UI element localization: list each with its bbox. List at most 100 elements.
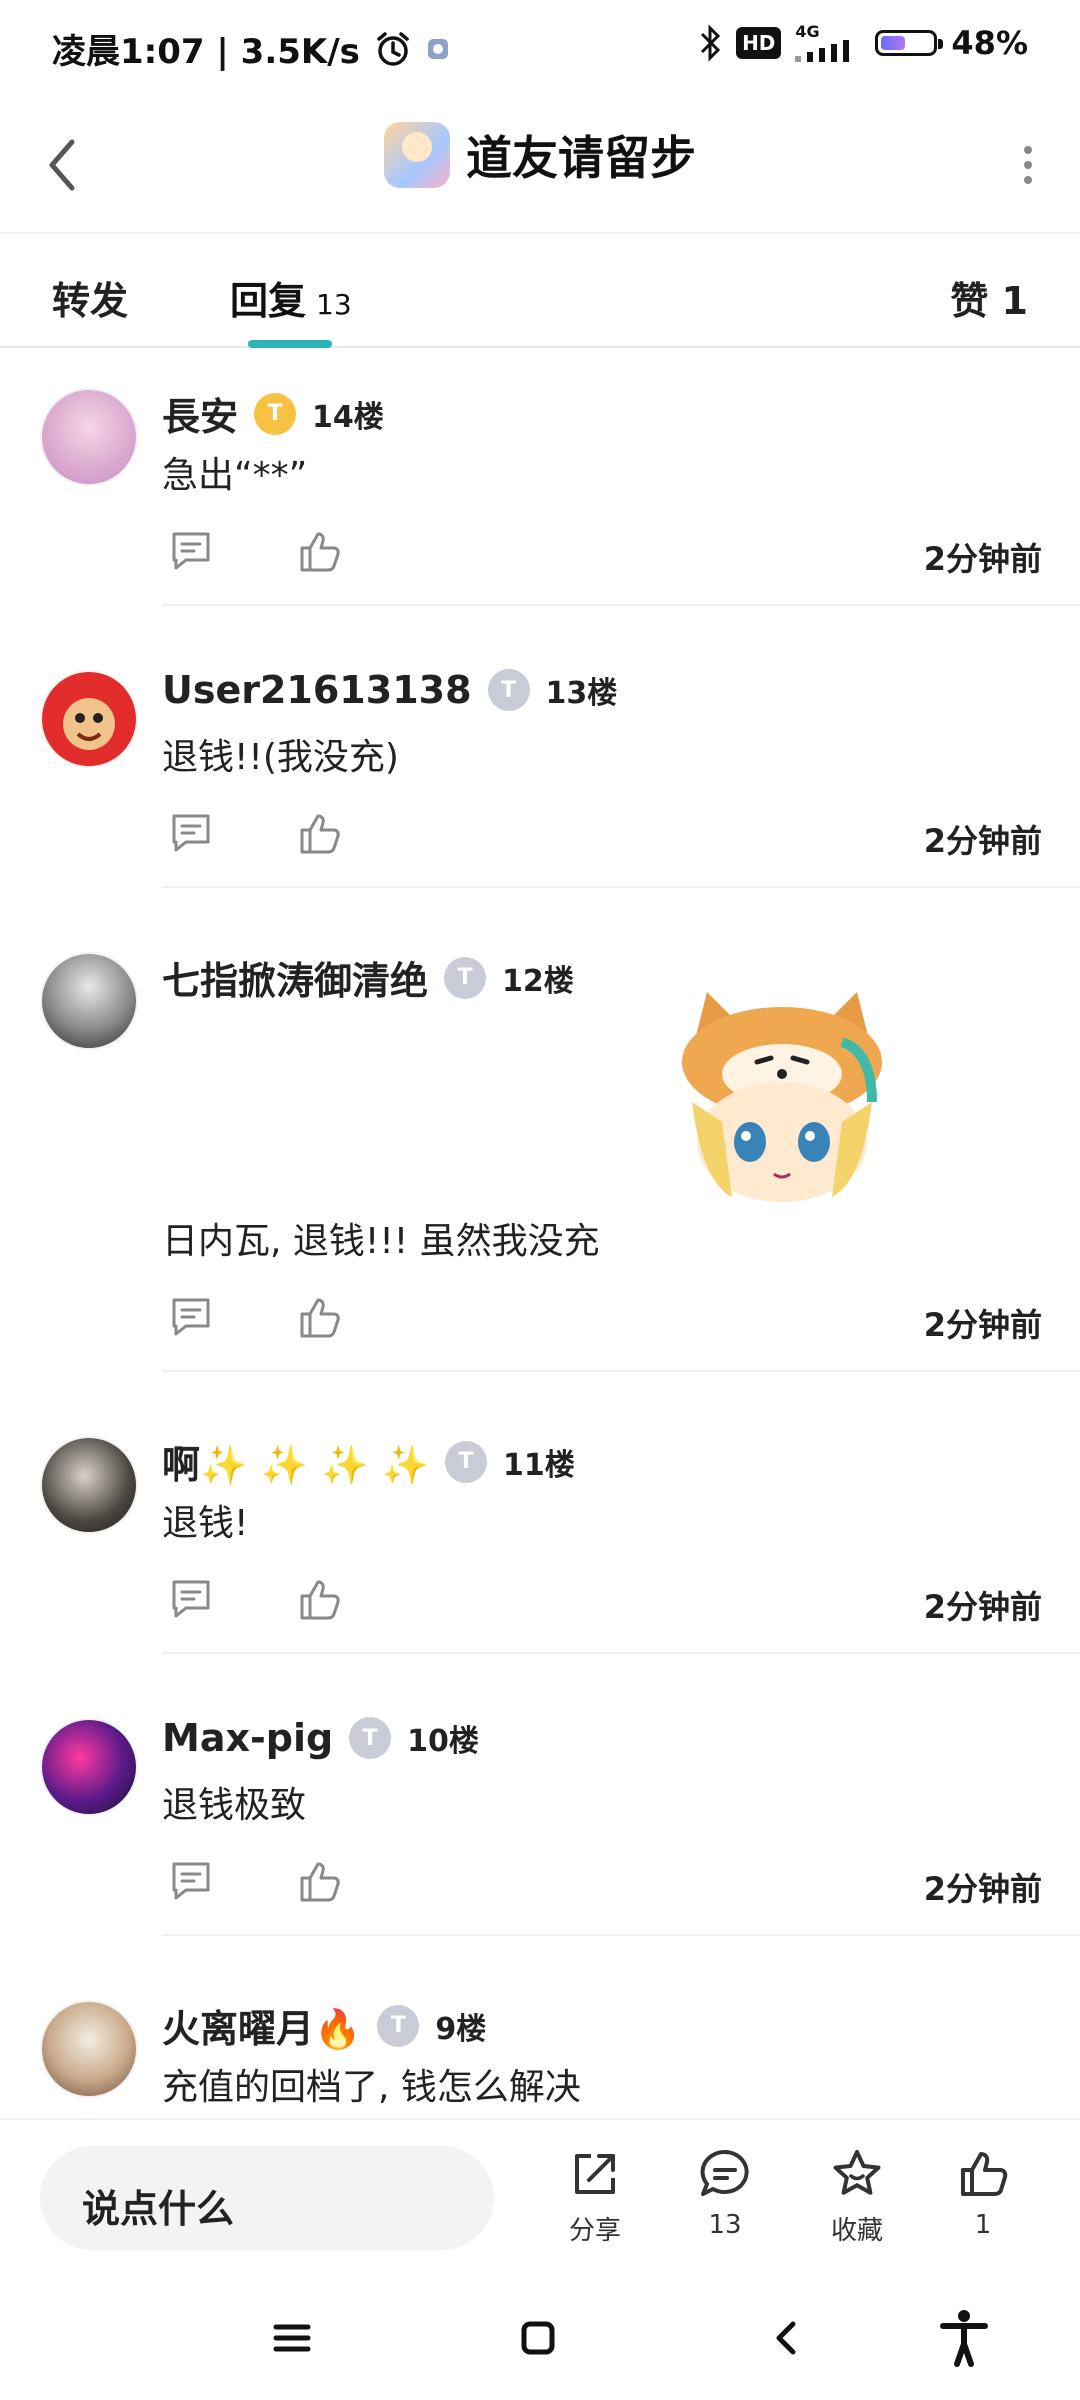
reply-icon[interactable] [166, 1856, 216, 1906]
page-title-group[interactable]: 道友请留步 [384, 122, 696, 188]
page-title: 道友请留步 [466, 131, 696, 185]
comment-text: 急出“**” [162, 455, 308, 496]
accessibility-icon [940, 2310, 988, 2367]
signal-icon [795, 40, 850, 62]
comment-text: 日内瓦, 退钱!!! 虽然我没充 [162, 1221, 600, 1262]
tab-forward[interactable]: 转发 [52, 270, 128, 325]
username[interactable]: 長安 [162, 386, 238, 441]
share-icon [575, 2154, 615, 2194]
game-icon [384, 122, 450, 188]
floor-number: 12楼 [502, 963, 574, 999]
active-tab-indicator [248, 340, 332, 348]
level-badge: T [349, 1717, 392, 1759]
tab-reply[interactable]: 回复 13 [230, 270, 352, 325]
accessibility-nav-button[interactable] [934, 2308, 994, 2368]
avatar[interactable] [40, 2000, 138, 2098]
floor-number: 10楼 [407, 1724, 479, 1759]
like-count: 1 [974, 2210, 992, 2240]
share-button[interactable]: 分享 [540, 2146, 650, 2247]
comment-input[interactable]: 说点什么 [40, 2146, 494, 2250]
reply-icon[interactable] [166, 1574, 216, 1624]
home-nav-button[interactable] [508, 2308, 568, 2368]
comment-actions: 2分钟前 [162, 1292, 1042, 1352]
bottom-action-bar: 说点什么 分享 13 收藏 1 [0, 2118, 1080, 2270]
comment-item: Max-pig T 10楼 退钱极致 2分钟前 [0, 1678, 1080, 1960]
comment-text: 退钱极致 [162, 1785, 307, 1826]
like-icon[interactable] [294, 1574, 344, 1624]
divider [162, 886, 1080, 888]
floor-number: 14楼 [312, 399, 384, 435]
divider [162, 604, 1080, 606]
divider [162, 1934, 1080, 1936]
comment-time: 2分钟前 [923, 1870, 1042, 1908]
username[interactable]: User21613138 [162, 668, 472, 712]
battery-icon [875, 30, 944, 56]
favorite-button[interactable]: 收藏 [802, 2146, 912, 2247]
reply-icon[interactable] [166, 808, 216, 858]
avatar[interactable] [40, 670, 138, 768]
floor-number: 11楼 [502, 1447, 575, 1483]
comment-actions: 2分钟前 [162, 526, 1042, 586]
comment-time: 2分钟前 [923, 540, 1042, 578]
comment-text: 充值的回档了, 钱怎么解决 [162, 2067, 581, 2108]
avatar[interactable] [40, 1718, 138, 1816]
comment-text: 退钱! [162, 1503, 249, 1544]
comment-actions: 2分钟前 [162, 808, 1042, 868]
tab-bar: 转发 回复 13 赞 1 [0, 234, 1080, 348]
avatar[interactable] [40, 952, 138, 1050]
comment-actions: 2分钟前 [162, 1856, 1042, 1916]
back-triangle-icon [776, 2321, 796, 2355]
like-icon[interactable] [294, 1292, 344, 1342]
back-icon[interactable] [40, 130, 84, 200]
floor-number: 13楼 [545, 676, 618, 711]
comment-item: 七指掀涛御清绝 T 12楼 日内瓦, 退钱!!! 虽然我没充 2分钟前 [0, 912, 1080, 1396]
username[interactable]: 啊✨ ✨ ✨ ✨ [162, 1434, 429, 1489]
comment-item: 火离曜月🔥 T 9楼 充值的回档了, 钱怎么解决 [0, 1960, 1080, 2118]
network-type: 4G [795, 22, 820, 41]
like-icon[interactable] [294, 808, 344, 858]
like-icon[interactable] [294, 526, 344, 576]
star-icon [833, 2150, 881, 2195]
reply-icon[interactable] [166, 1292, 216, 1342]
username[interactable]: 火离曜月🔥 [162, 1998, 361, 2053]
sticker-image[interactable] [662, 982, 902, 1212]
battery-percent: 48% [951, 24, 1028, 62]
menu-icon [273, 2324, 311, 2352]
like-icon[interactable] [294, 1856, 344, 1906]
reply-icon[interactable] [166, 526, 216, 576]
monkey-avatar-icon [63, 698, 115, 750]
app-notification-icon [427, 38, 448, 59]
signal-indicator: 4G [795, 24, 861, 62]
comment-icon [700, 2149, 749, 2196]
level-badge: T [444, 956, 487, 999]
status-time-speed: 凌晨1:07 | 3.5K/s [52, 32, 360, 72]
comment-actions: 2分钟前 [162, 1574, 1042, 1634]
divider [162, 1370, 1080, 1372]
avatar[interactable] [40, 1436, 138, 1534]
system-nav-bar [0, 2268, 1080, 2400]
home-square-icon [521, 2321, 555, 2355]
comment-list[interactable]: 長安 T 14楼 急出“**” 2分钟前 User21613138 T 13楼 … [0, 348, 1080, 2118]
top-header: 道友请留步 [0, 100, 1080, 234]
back-nav-button[interactable] [756, 2308, 816, 2368]
comment-item: User21613138 T 13楼 退钱!!(我没充) 2分钟前 [0, 630, 1080, 912]
tab-like[interactable]: 赞 1 [950, 270, 1028, 325]
avatar[interactable] [40, 388, 138, 486]
hd-badge: HD [736, 27, 782, 59]
username[interactable]: Max-pig [162, 1716, 333, 1760]
comment-text: 退钱!!(我没充) [162, 737, 399, 778]
battery-fill [881, 36, 906, 50]
comment-count: 13 [708, 2210, 742, 2240]
more-options-icon[interactable] [1016, 140, 1040, 190]
like-button[interactable]: 1 [928, 2146, 1038, 2240]
status-bar: 凌晨1:07 | 3.5K/s HD 4G 48% [0, 0, 1080, 100]
menu-nav-button[interactable] [262, 2308, 322, 2368]
floor-number: 9楼 [435, 2011, 487, 2047]
comment-time: 2分钟前 [923, 1306, 1042, 1344]
favorite-label: 收藏 [830, 2216, 883, 2246]
level-badge: T [377, 2004, 420, 2047]
username[interactable]: 七指掀涛御清绝 [162, 950, 428, 1005]
bluetooth-icon [701, 24, 721, 62]
comment-button[interactable]: 13 [670, 2146, 780, 2240]
comment-item: 長安 T 14楼 急出“**” 2分钟前 [0, 348, 1080, 630]
